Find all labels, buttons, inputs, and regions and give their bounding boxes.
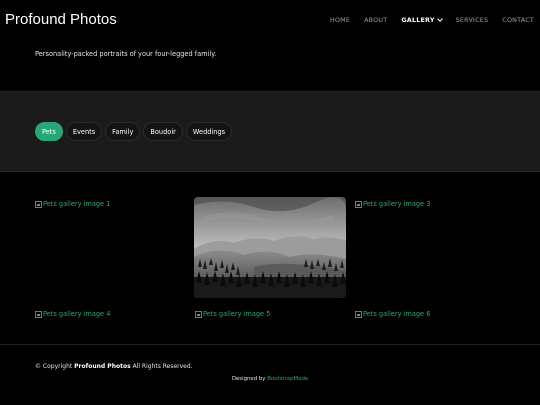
nav-gallery[interactable]: GALLERY (401, 16, 443, 24)
nav-services-label: SERVICES (455, 16, 489, 24)
gallery-item-6[interactable]: Pets gallery image 6 (355, 310, 430, 318)
filter-weddings[interactable]: Weddings (185, 122, 233, 141)
nav-services[interactable]: SERVICES (456, 16, 489, 24)
filter-events[interactable]: Events (65, 122, 103, 141)
gallery-item-1-alt: Pets gallery image 1 (43, 200, 111, 208)
broken-image-icon (355, 310, 362, 318)
gallery-item-4[interactable]: Pets gallery image 4 (35, 310, 110, 318)
broken-image-icon (35, 310, 42, 318)
nav-home-label: HOME (329, 16, 351, 24)
copyright-prefix: © Copyright (35, 363, 73, 370)
chevron-down-icon (436, 16, 443, 22)
broken-image-icon (35, 200, 42, 208)
copyright: © Copyright Profound Photos All Rights R… (35, 363, 193, 370)
filter-family[interactable]: Family (105, 122, 141, 141)
site-footer: © Copyright Profound Photos All Rights R… (0, 344, 540, 405)
gallery-item-6-alt: Pets gallery image 6 (363, 310, 431, 318)
nav-contact-label: CONTACT (502, 16, 534, 24)
nav-home[interactable]: HOME (330, 16, 350, 24)
filter-pets[interactable]: Pets (35, 122, 63, 141)
gallery-item-5-alt: Pets gallery image 5 (203, 310, 271, 318)
site-logo[interactable]: Profound Photos (5, 11, 117, 28)
gallery-item-3-alt: Pets gallery image 3 (363, 200, 431, 208)
nav-gallery-label: GALLERY (401, 16, 435, 24)
gallery-item-1[interactable]: Pets gallery image 1 (35, 200, 110, 208)
nav-contact[interactable]: CONTACT (502, 16, 534, 24)
copyright-brand: Profound Photos (74, 363, 131, 370)
filter-boudoir[interactable]: Boudoir (143, 122, 183, 141)
broken-image-icon (195, 310, 202, 318)
landscape-photo (194, 197, 346, 298)
gallery-item-2[interactable] (194, 197, 346, 298)
main-nav: HOME ABOUT GALLERY SERVICES CONTACT (316, 16, 534, 24)
designer-link[interactable]: BootstrapMade (267, 376, 308, 382)
gallery-item-3[interactable]: Pets gallery image 3 (355, 200, 430, 208)
nav-about-label: ABOUT (364, 16, 388, 24)
gallery-item-5[interactable]: Pets gallery image 5 (195, 310, 270, 318)
gallery-filters: Pets Events Family Boudoir Weddings (35, 122, 233, 141)
gallery-item-4-alt: Pets gallery image 4 (43, 310, 111, 318)
designed-by-label: Designed by (231, 376, 266, 382)
filter-band: Pets Events Family Boudoir Weddings (0, 91, 540, 172)
site-header: Profound Photos HOME ABOUT GALLERY SERVI… (0, 0, 540, 40)
credits: Designed by BootstrapMade (0, 376, 540, 382)
copyright-suffix: All Rights Reserved. (132, 363, 193, 370)
nav-about[interactable]: ABOUT (364, 16, 387, 24)
intro-text: Personality-packed portraits of your fou… (35, 50, 217, 58)
broken-image-icon (355, 200, 362, 208)
gallery-grid: Pets gallery image 1 Pets gallery image … (0, 173, 540, 343)
